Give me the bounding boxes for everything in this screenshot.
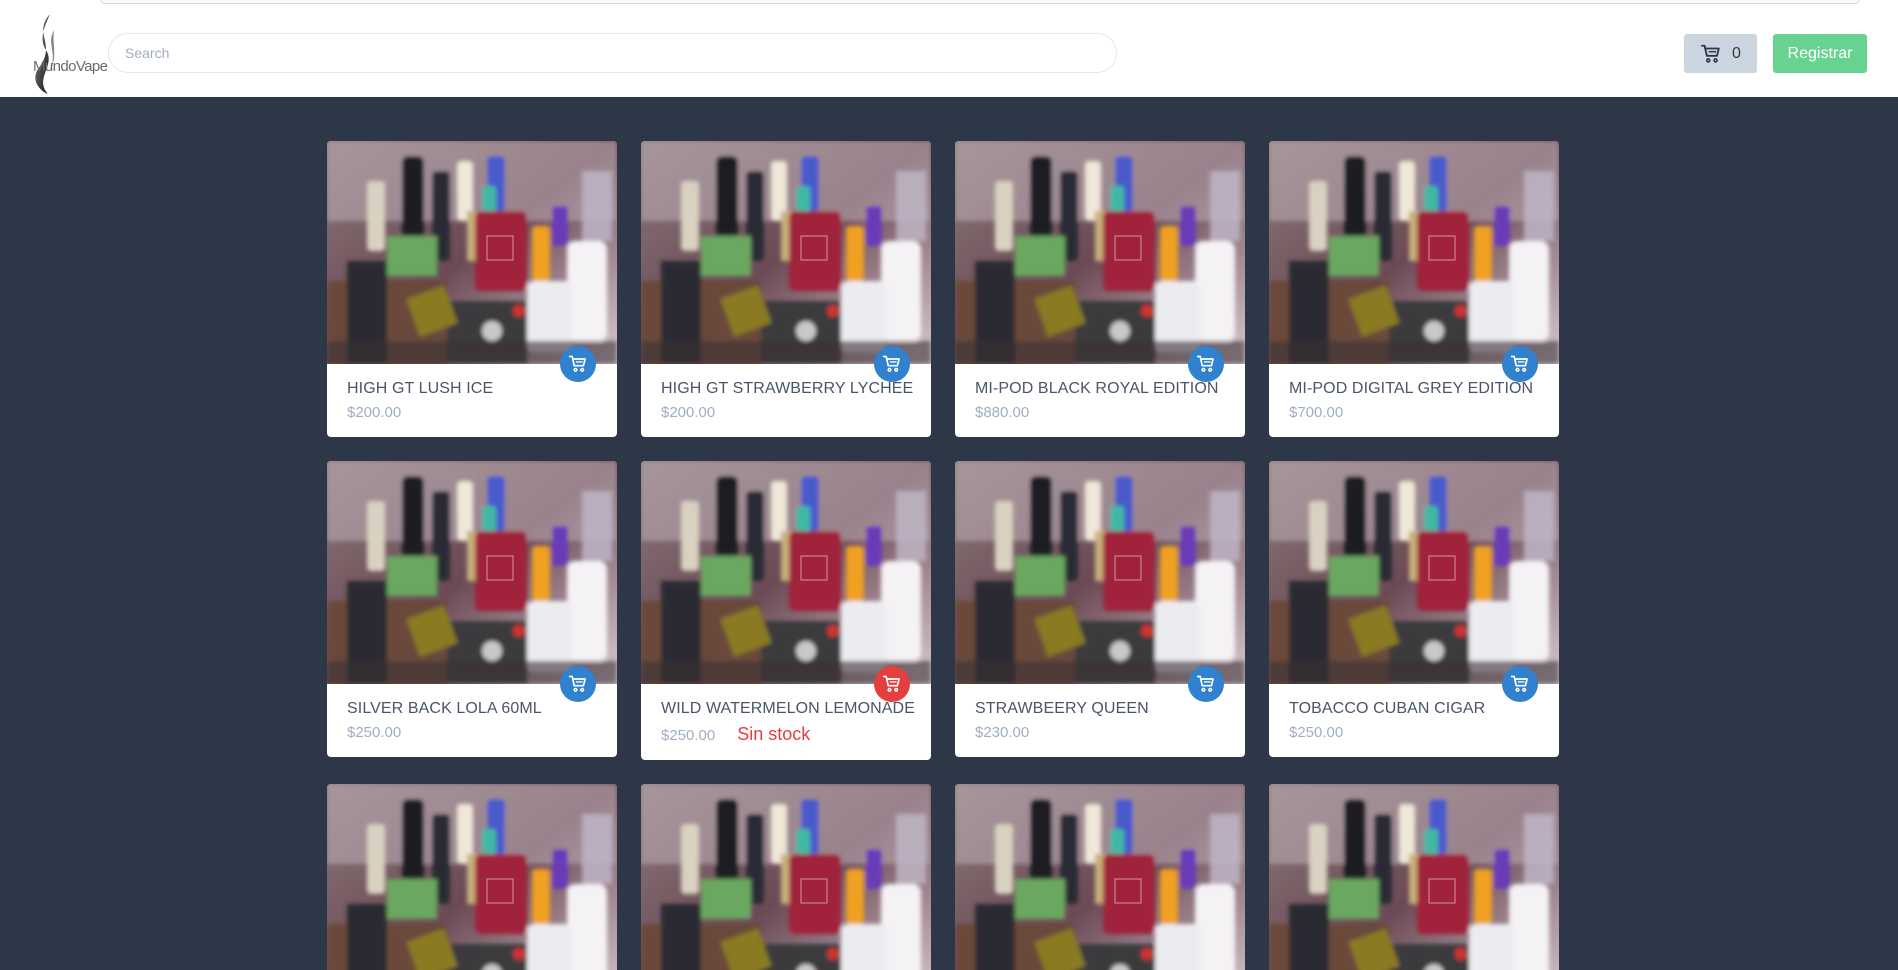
browser-top-strip: [0, 0, 1898, 10]
shopping-cart-icon: [1196, 354, 1216, 374]
register-button[interactable]: Registrar: [1773, 34, 1867, 73]
shopping-cart-icon: [1196, 674, 1216, 694]
product-name: HIGH GT LUSH ICE: [347, 380, 494, 397]
product-price: $230.00: [975, 724, 1030, 741]
add-to-cart-button[interactable]: [560, 666, 596, 702]
product-name: MI-POD DIGITAL GREY EDITION: [1289, 380, 1534, 397]
out-of-stock-cart-button[interactable]: [874, 666, 910, 702]
product-price: $880.00: [975, 404, 1030, 421]
cart-button[interactable]: 0: [1684, 34, 1757, 73]
product-price: $200.00: [347, 404, 402, 421]
shopping-cart-icon: [568, 354, 588, 374]
product-price: $250.00: [347, 724, 402, 741]
product-card[interactable]: WILD WATERMELON LEMONADE $250.00 Sin sto…: [641, 461, 931, 760]
product-name: WILD WATERMELON LEMONADE: [661, 700, 915, 717]
product-image[interactable]: [327, 141, 617, 364]
product-image[interactable]: [955, 141, 1245, 364]
out-of-stock-label: Sin stock: [737, 724, 811, 744]
product-name: TOBACCO CUBAN CIGAR: [1289, 700, 1486, 717]
product-price: $250.00: [1289, 724, 1344, 741]
product-card[interactable]: HIGH GT LUSH ICE $200.00: [327, 141, 617, 437]
product-name: STRAWBEERY QUEEN: [975, 700, 1149, 717]
search-input[interactable]: [109, 34, 1116, 72]
product-card[interactable]: MI-POD BLACK ROYAL EDITION $880.00: [955, 141, 1245, 437]
product-card[interactable]: [327, 784, 617, 970]
product-image[interactable]: [327, 784, 617, 970]
product-grid: HIGH GT LUSH ICE $200.00 HIGH GT STRAWBE…: [327, 141, 1559, 760]
add-to-cart-button[interactable]: [1188, 666, 1224, 702]
product-price: $200.00: [661, 404, 716, 421]
shopping-cart-icon: [568, 674, 588, 694]
shopping-cart-icon: [1510, 354, 1530, 374]
product-image[interactable]: [1269, 461, 1559, 684]
product-image[interactable]: [1269, 784, 1559, 970]
cart-count: 0: [1732, 44, 1741, 62]
smoke-logo-icon: [35, 14, 55, 94]
product-card[interactable]: [1269, 784, 1559, 970]
add-to-cart-button[interactable]: [1502, 346, 1538, 382]
add-to-cart-button[interactable]: [1188, 346, 1224, 382]
add-to-cart-button[interactable]: [560, 346, 596, 382]
logo-text: MundoVape: [33, 58, 108, 75]
add-to-cart-button[interactable]: [874, 346, 910, 382]
product-card[interactable]: TOBACCO CUBAN CIGAR $250.00: [1269, 461, 1559, 757]
product-name: HIGH GT STRAWBERRY LYCHEE: [661, 380, 914, 397]
product-name: SILVER BACK LOLA 60ML: [347, 700, 542, 717]
product-card[interactable]: MI-POD DIGITAL GREY EDITION $700.00: [1269, 141, 1559, 437]
shopping-cart-icon: [1700, 43, 1722, 65]
product-image[interactable]: [955, 784, 1245, 970]
product-card[interactable]: SILVER BACK LOLA 60ML $250.00: [327, 461, 617, 757]
product-name: MI-POD BLACK ROYAL EDITION: [975, 380, 1219, 397]
site-logo[interactable]: MundoVape: [28, 14, 108, 94]
product-image[interactable]: [641, 461, 931, 684]
product-image[interactable]: [955, 461, 1245, 684]
product-grid-row-3: [327, 784, 1559, 970]
product-image[interactable]: [1269, 141, 1559, 364]
product-card[interactable]: [955, 784, 1245, 970]
product-image[interactable]: [327, 461, 617, 684]
product-card[interactable]: [641, 784, 931, 970]
product-card[interactable]: HIGH GT STRAWBERRY LYCHEE $200.00: [641, 141, 931, 437]
add-to-cart-button[interactable]: [1502, 666, 1538, 702]
search-bar[interactable]: [108, 33, 1117, 73]
site-header: MundoVape 0 Registrar: [0, 10, 1898, 97]
product-image[interactable]: [641, 141, 931, 364]
shopping-cart-icon: [882, 354, 902, 374]
shopping-cart-icon: [882, 674, 902, 694]
product-image[interactable]: [641, 784, 931, 970]
shopping-cart-icon: [1510, 674, 1530, 694]
product-price: $250.00: [661, 727, 716, 744]
product-card[interactable]: STRAWBEERY QUEEN $230.00: [955, 461, 1245, 757]
product-price: $700.00: [1289, 404, 1344, 421]
